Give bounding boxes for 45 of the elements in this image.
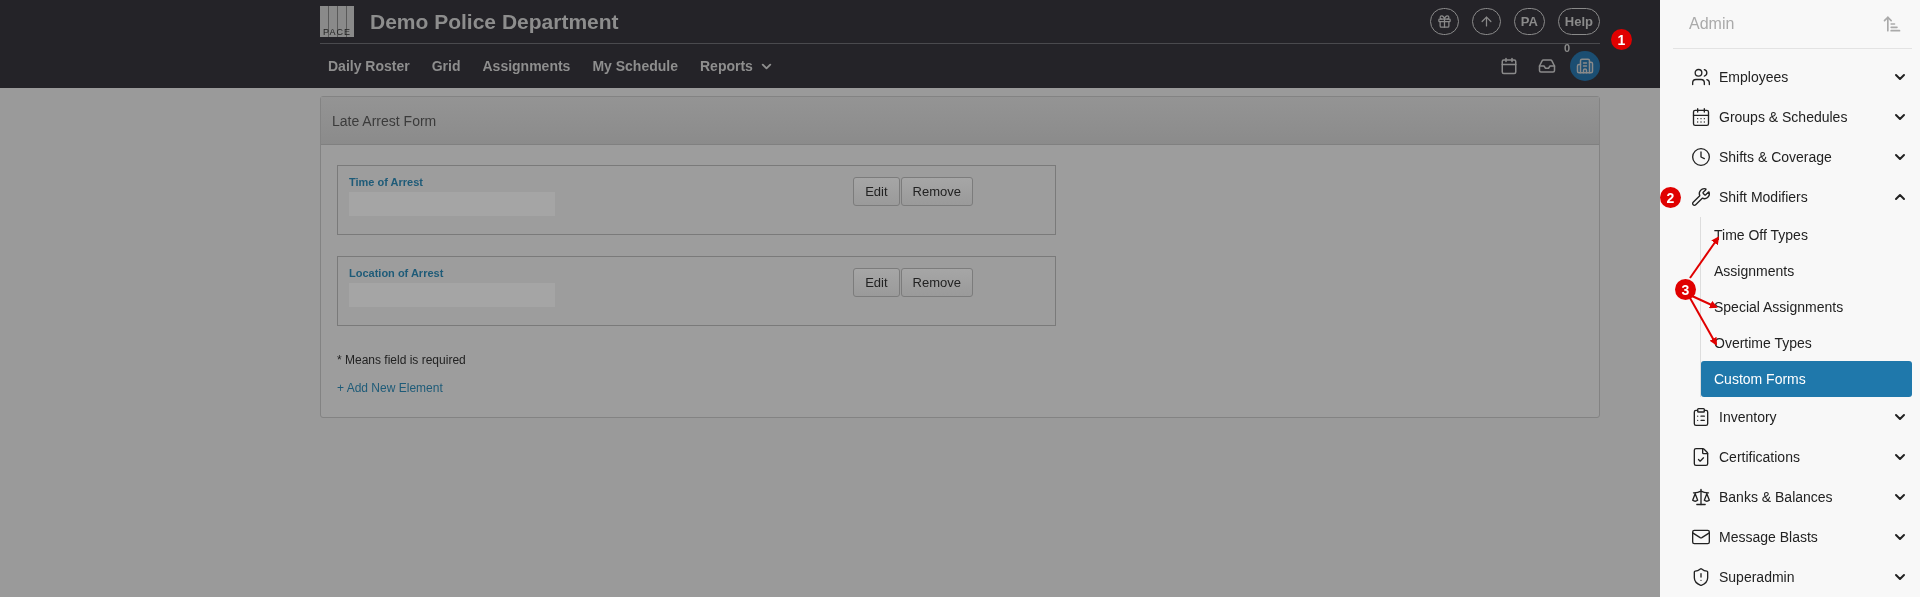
sidebar-item[interactable]: Message Blasts (1687, 517, 1920, 557)
clipboard-icon (1691, 407, 1711, 427)
people-icon (1691, 67, 1711, 87)
sidebar-item[interactable]: Groups & Schedules (1687, 97, 1920, 137)
nav-link[interactable]: Grid (431, 58, 461, 74)
inbox-icon (1538, 56, 1556, 76)
building-button[interactable] (1570, 51, 1600, 81)
calendar-icon (1500, 56, 1518, 76)
sidebar-item[interactable]: Certifications (1687, 437, 1920, 477)
shield-icon (1691, 567, 1711, 587)
nav-link[interactable]: Reports (700, 58, 774, 74)
element-button[interactable]: Edit (853, 177, 900, 206)
nav-link[interactable]: Assignments (482, 58, 571, 74)
submenu-item[interactable]: Time Off Types (1701, 217, 1912, 253)
nav-link[interactable]: My Schedule (592, 58, 678, 74)
element-button[interactable]: Edit (853, 268, 900, 297)
envelope-icon (1691, 527, 1711, 547)
submenu-item[interactable]: Special Assignments (1701, 289, 1912, 325)
sidebar-title: Admin (1689, 15, 1735, 33)
nav-link[interactable]: Daily Roster (328, 58, 410, 74)
gift-icon (1436, 14, 1452, 29)
element-button[interactable]: Remove (900, 268, 973, 297)
element-button[interactable]: Remove (900, 177, 973, 206)
tools-icon (1691, 187, 1711, 207)
page-title: Demo Police Department (370, 9, 620, 34)
sidebar-item[interactable]: Shifts & Coverage (1687, 137, 1920, 177)
sidebar-item[interactable]: Inventory (1687, 397, 1920, 437)
sidebar-item[interactable]: Superadmin (1687, 557, 1920, 597)
scale-icon (1691, 487, 1711, 507)
panel-title: Late Arrest Form (321, 97, 1599, 145)
required-note: * Means field is required (337, 353, 467, 367)
submenu-item[interactable]: Assignments (1701, 253, 1912, 289)
submenu-item[interactable]: Custom Forms (1701, 361, 1912, 397)
element-label: Location of Arrest (349, 267, 445, 279)
inbox-count: 0 (1563, 42, 1570, 54)
clock-icon (1691, 147, 1711, 167)
submenu-item[interactable]: Overtime Types (1701, 325, 1912, 361)
logo: PACE (320, 6, 354, 37)
sidebar-item[interactable]: Employees (1687, 57, 1920, 97)
element-label: Time of Arrest (349, 176, 424, 188)
calendar-icon (1691, 107, 1711, 127)
sidebar-item[interactable]: Banks & Balances (1687, 477, 1920, 517)
document-check-icon (1691, 447, 1711, 467)
sidebar-item[interactable]: Shift Modifiers (1687, 177, 1920, 217)
building-icon (1576, 56, 1594, 76)
